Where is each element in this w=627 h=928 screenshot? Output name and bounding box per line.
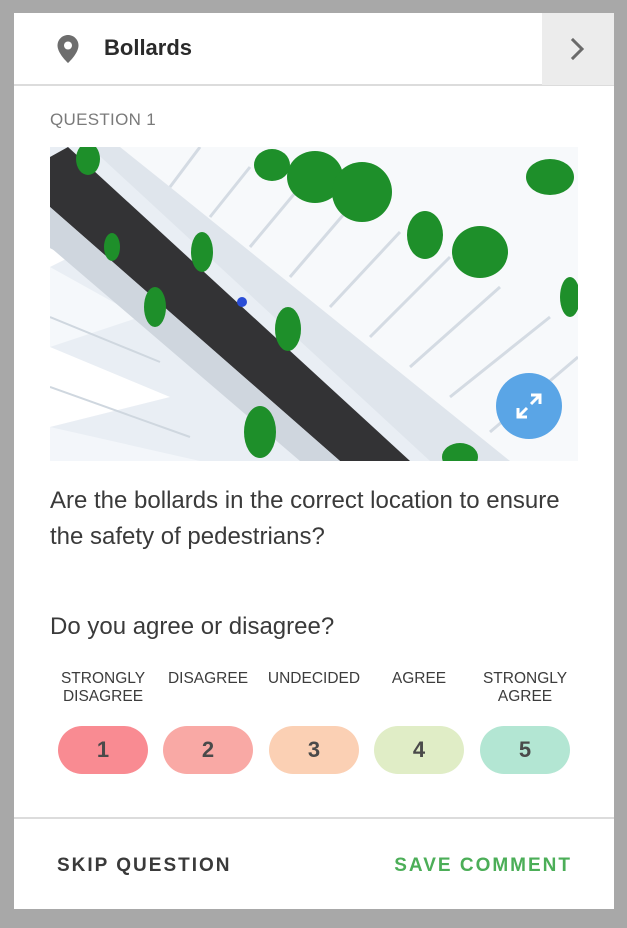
rating-option-button-1[interactable]: 1 — [58, 726, 148, 774]
next-button[interactable] — [542, 13, 614, 85]
rating-option-label: STRONGLY DISAGREE — [60, 670, 146, 705]
skip-question-button[interactable]: SKIP QUESTION — [57, 855, 232, 877]
save-comment-button[interactable]: SAVE COMMENT — [394, 855, 572, 877]
question-card: Bollards QUESTION 1 Are the bollards in … — [14, 13, 614, 909]
question-text: Are the bollards in the correct location… — [50, 487, 560, 550]
card-header: Bollards — [14, 13, 614, 86]
rating-option-label: AGREE — [391, 670, 447, 687]
rating-option-label: STRONGLY AGREE — [482, 670, 568, 705]
expand-arrows-icon — [516, 393, 542, 419]
chevron-right-icon — [570, 37, 585, 61]
question-number: QUESTION 1 — [50, 110, 156, 129]
card-footer: SKIP QUESTION SAVE COMMENT — [14, 817, 614, 909]
rating-option-label: DISAGREE — [167, 670, 249, 687]
map-pin-icon — [57, 35, 79, 63]
rating-option-button-2[interactable]: 2 — [163, 726, 253, 774]
rating-option-button-4[interactable]: 4 — [374, 726, 464, 774]
rating-option-button-5[interactable]: 5 — [480, 726, 570, 774]
rating-option-button-3[interactable]: 3 — [269, 726, 359, 774]
expand-image-button[interactable] — [496, 373, 562, 439]
page-title: Bollards — [104, 35, 193, 60]
question-image — [50, 147, 578, 461]
rating-option-label: UNDECIDED — [267, 670, 361, 687]
rating-prompt: Do you agree or disagree? — [50, 613, 335, 640]
